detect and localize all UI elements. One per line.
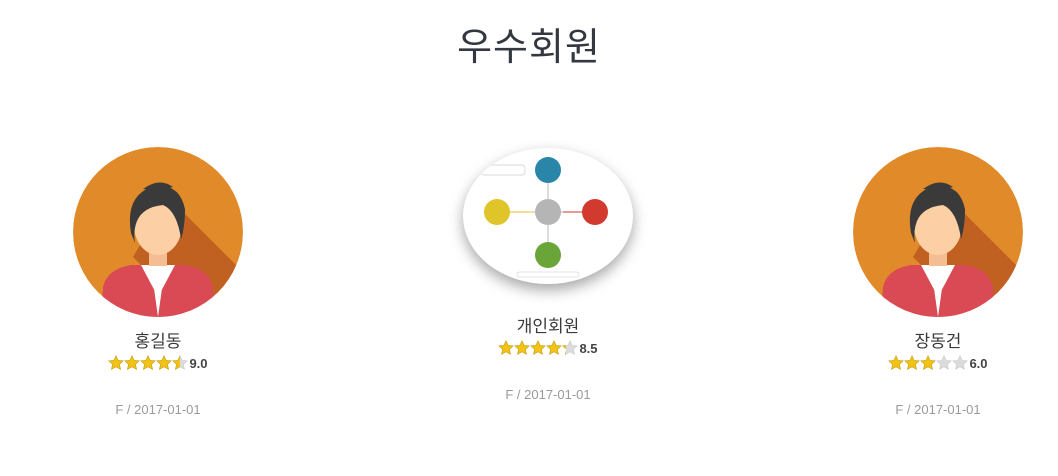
star-rating [498,340,579,356]
rating-score: 8.5 [579,340,598,356]
star-filled-icon [124,355,141,370]
star-filled-icon [514,340,531,355]
rating-score: 6.0 [969,355,988,371]
rating: 6.0 [818,354,1058,372]
star-filled-icon [904,355,921,370]
brand-diagram-thumbnail [463,148,633,284]
female-avatar-icon [853,147,1023,317]
member-card-1[interactable]: 홍길동 9.0 F / 2017-01-01 [38,147,278,417]
female-avatar-icon [73,147,243,317]
rating: 9.0 [38,354,278,372]
member-card-3[interactable]: 장동건 6.0 F / 2017-01-01 [818,147,1058,417]
star-rating [108,355,189,371]
star-rating [888,355,969,371]
star-filled-icon [888,355,905,370]
star-filled-icon [562,340,579,355]
rating-score: 9.0 [189,355,208,371]
star-filled-icon [546,340,563,355]
rating: 8.5 [428,339,668,357]
member-date: F / 2017-01-01 [895,402,981,417]
star-filled-icon [108,355,125,370]
star-empty-icon [952,355,969,370]
member-card-2[interactable]: 개인회원 8.5 F / 2017-01-01 [428,148,668,402]
star-empty-icon [936,355,953,370]
member-name: 개인회원 [516,317,580,337]
member-name: 장동건 [914,332,962,352]
star-filled-icon [156,355,173,370]
page: 우수회원 홍길동 9.0 F / 2017-01-01 개인회원 8.5 F /… [0,0,1058,476]
member-date: F / 2017-01-01 [115,402,201,417]
member-date: F / 2017-01-01 [505,387,591,402]
section-title: 우수회원 [457,25,601,69]
star-filled-icon [920,355,937,370]
star-filled-icon [530,340,547,355]
member-name: 홍길동 [134,332,182,352]
star-filled-icon [498,340,515,355]
star-filled-icon [172,355,189,370]
star-filled-icon [140,355,157,370]
